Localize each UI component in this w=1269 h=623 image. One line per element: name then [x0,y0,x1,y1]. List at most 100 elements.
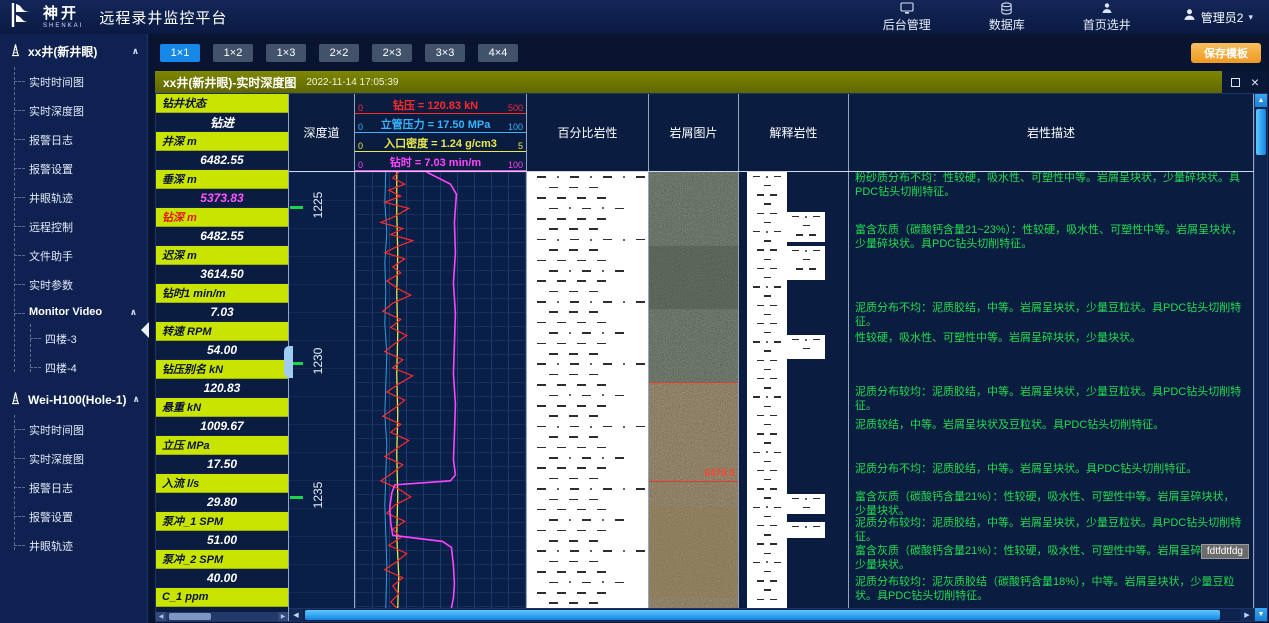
layout-button-1x1[interactable]: 1×1 [160,44,200,62]
sidebar-item[interactable]: 文件助手 [14,241,147,270]
panel-title-strip: xx井(新井眼)-实时深度图 2022-11-14 17:05:39 [155,71,1222,93]
sidebar-item[interactable]: 四楼-3 [30,324,147,353]
sidebar-item[interactable]: 实时深度图 [14,444,147,473]
sidebar-collapse-arrow[interactable] [141,322,149,338]
lithology-symbol-row [747,604,787,608]
scroll-up-icon[interactable]: ▲ [1255,94,1267,107]
lithology-description: 性较硬，吸水性、可塑性中等。岩屑呈碎块状，少量块状。 [855,332,1245,346]
scroll-down-icon[interactable]: ▼ [1255,608,1267,621]
lithology-symbol-row [747,181,787,190]
scroll-thumb[interactable] [169,613,211,620]
interpreted-lithology-track [739,172,849,608]
lithology-symbol-row [527,473,648,483]
backend-manage-icon [900,2,914,15]
panel-window-controls: × [1222,71,1268,93]
nav-item-database[interactable]: 数据库 [989,2,1025,33]
lithology-description: 富含灰质（碳酸钙含量21~23%）：性较硬，吸水性、可塑性中等。岩屑呈块状，少量… [855,224,1245,251]
panel-title: xx井(新井眼)-实时深度图 [163,74,296,91]
sidebar-item[interactable]: 井眼轨迹 [14,531,147,560]
sidebar-item[interactable]: 报警设置 [14,502,147,531]
sidebar-item[interactable]: 实时时间图 [14,415,147,444]
parameter-scrollbar[interactable]: ◀ ▶ [156,612,288,621]
scroll-right-icon[interactable]: ▶ [278,612,288,621]
nav-item-well-select[interactable]: 首页选井 [1083,2,1131,33]
lithology-symbol-row [747,411,787,420]
param-value: 6482.55 [156,151,288,170]
lithology-symbol-row [527,401,648,411]
save-template-button[interactable]: 保存模板 [1191,43,1261,63]
column-header-interpreted-lithology: 解释岩性 [739,94,849,171]
nav-item-backend-manage[interactable]: 后台管理 [883,2,931,33]
curve-scales-header: 0钻压 = 120.83 kN5000立管压力 = 17.50 MPa1000入… [355,94,527,171]
layout-button-2x2[interactable]: 2×2 [319,44,359,62]
lithology-symbol-row [747,429,787,438]
lithology-symbol-row [787,255,825,264]
brand-en: SHENKAI [43,23,83,29]
scroll-right-icon[interactable]: ▶ [1240,609,1254,621]
sidebar-item[interactable]: 实时参数 [14,270,147,299]
lithology-symbol-row [527,411,648,421]
user-menu[interactable]: 管理员2 ▾ [1183,8,1253,26]
column-header-lithology-description: 岩性描述 [849,94,1254,171]
lithology-symbol-row [747,521,787,530]
sidebar-item[interactable]: 报警日志 [14,125,147,154]
lithology-symbol-row [527,266,648,276]
close-icon[interactable]: × [1251,75,1259,89]
well-node[interactable]: Wei-H100(Hole-1)∧ [0,382,147,415]
layout-button-1x2[interactable]: 1×2 [213,44,253,62]
lithology-symbol-row [527,214,648,224]
lithology-description: 泥质分布较均：泥质胶结，中等。岩屑呈块状，少量豆粒状。具PDC钻头切削特征。 [855,517,1245,544]
vertical-scrollbar[interactable]: ▲ ▼ [1254,94,1267,621]
lithology-symbol-row [787,503,825,512]
chart-header-row: 深度道 0钻压 = 120.83 kN5000立管压力 = 17.50 MPa1… [289,94,1254,172]
derrick-icon [9,391,22,408]
layout-button-3x3[interactable]: 3×3 [425,44,465,62]
sidebar-item[interactable]: 四楼-4 [30,353,147,382]
param-value: 17.50 [156,455,288,474]
lithology-symbol-row [747,549,787,558]
lithology-symbol-row [527,317,648,327]
horizontal-scrollbar[interactable]: ◀ ▶ [289,608,1254,621]
photo-boundary-line [649,382,738,383]
sidebar-item[interactable]: 报警设置 [14,154,147,183]
lithology-symbol-row [527,172,648,182]
lithology-symbol-row [527,390,648,400]
scroll-thumb[interactable] [305,610,1220,620]
layout-button-4x4[interactable]: 4×4 [478,44,518,62]
lithology-symbol-row [527,494,648,504]
scroll-left-icon[interactable]: ◀ [156,612,166,621]
database-icon [1000,2,1013,15]
lithology-symbol-row [527,380,648,390]
param-label: 立压 MPa [156,436,288,455]
scroll-thumb[interactable] [1256,109,1266,155]
lithology-description: 泥质分布较均：泥质胶结，中等。岩屑呈块状，少量豆粒状。具PDC钻头切削特征。 [855,386,1245,413]
sidebar-item[interactable]: 实时深度图 [14,96,147,125]
lithology-interbed-box [787,522,825,538]
lithology-description: 粉砂质分布不均：性较硬，吸水性、可塑性中等。岩屑呈块状，少量碎块状。具PDC钻头… [855,172,1245,199]
scroll-left-icon[interactable]: ◀ [289,609,303,621]
maximize-icon[interactable] [1231,78,1240,87]
well-node[interactable]: xx井(新井眼)∧ [0,34,147,67]
sidebar-item[interactable]: 报警日志 [14,473,147,502]
layout-button-1x3[interactable]: 1×3 [266,44,306,62]
param-value: 5373.83 [156,189,288,208]
parameter-collapse-handle[interactable] [284,346,293,378]
sidebar-group-monitor-video[interactable]: Monitor Video∧ [14,299,147,324]
layout-button-2x3[interactable]: 2×3 [372,44,412,62]
column-header-cuttings-photo: 岩屑图片 [649,94,739,171]
nav-label: 后台管理 [883,16,931,33]
lithology-symbol-row [747,558,787,567]
lithology-symbol-row [747,209,787,218]
lithology-symbol-row [527,338,648,348]
cuttings-photo-upper [649,172,738,383]
inlet-density-curve [397,172,399,608]
param-value: 29.80 [156,493,288,512]
derrick-icon [9,43,22,60]
sidebar-item[interactable]: 远程控制 [14,212,147,241]
chevron-up-icon: ∧ [132,394,139,405]
layout-toolbar: 1×1 1×2 1×3 2×2 2×3 3×3 4×4 保存模板 [148,34,1269,71]
sidebar-item[interactable]: 实时时间图 [14,67,147,96]
lithology-symbol-row [527,453,648,463]
lithology-symbol-row [527,255,648,265]
sidebar-item[interactable]: 井眼轨迹 [14,183,147,212]
